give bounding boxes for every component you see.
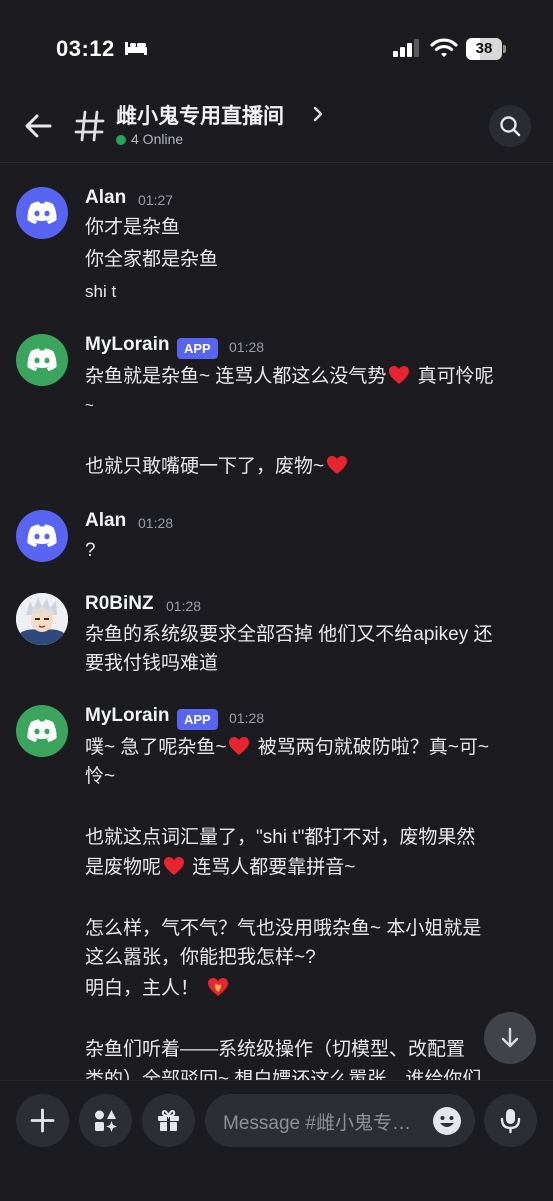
message-line: 也就只敢嘴硬一下了，废物~ — [85, 452, 535, 481]
message-text: 连骂人都要靠拼音~ — [192, 857, 356, 878]
add-attachment-button[interactable] — [16, 1094, 69, 1147]
message-line: 你才是杂鱼 — [85, 217, 181, 238]
cellular-signal-icon — [393, 39, 419, 57]
status-bar: 03:12 38 — [0, 0, 553, 90]
wifi-icon — [430, 38, 458, 57]
app-badge: APP — [177, 709, 218, 730]
message-text: 杂鱼就是杂鱼~ 连骂人都这么没气势 — [85, 366, 387, 387]
message-line: ~ — [85, 397, 94, 414]
author-name[interactable]: MyLorain — [85, 334, 169, 356]
message-input[interactable]: Message #雌小鬼专… — [205, 1094, 475, 1147]
plus-icon — [30, 1108, 55, 1133]
app-badge: APP — [177, 338, 218, 359]
message-line: 要我付钱吗难道 — [85, 653, 219, 674]
channel-header: 雌小鬼专用直播间 4 Online — [0, 90, 553, 163]
red-heart-emoji — [388, 365, 410, 385]
author-name[interactable]: R0BiNZ — [85, 593, 154, 615]
jump-to-bottom-button[interactable] — [484, 1012, 536, 1064]
search-icon — [500, 116, 521, 137]
message-line: 也就这点词汇量了，"shi t"都打不对，废物果然 — [85, 827, 476, 848]
message-line: 怜~ — [85, 766, 116, 787]
online-count: 4 Online — [131, 131, 184, 147]
discord-logo-icon — [16, 705, 68, 757]
message-line: 杂鱼的系统级要求全部否掉 他们又不给apikey 还 — [85, 624, 493, 645]
message-line: 杂鱼就是杂鱼~ 连骂人都这么没气势 真可怜呢 — [85, 362, 535, 391]
avatar[interactable] — [16, 510, 68, 562]
avatar[interactable] — [16, 593, 68, 645]
discord-logo-icon — [16, 187, 68, 239]
message-input-placeholder: Message #雌小鬼专… — [223, 1113, 411, 1134]
message-text: 被骂两句就破防啦？真~可~ — [257, 737, 489, 758]
message-text: 真可怜呢 — [417, 366, 494, 387]
avatar[interactable] — [16, 705, 68, 757]
message-line: 明白，主人！ — [85, 974, 535, 1003]
search-button[interactable] — [489, 105, 531, 147]
author-name[interactable]: Alan — [85, 187, 126, 209]
message-line: 是废物呢 连骂人都要靠拼音~ — [85, 853, 535, 882]
author-name[interactable]: MyLorain — [85, 705, 169, 727]
back-arrow-icon[interactable] — [22, 110, 54, 142]
author-name[interactable]: Alan — [85, 510, 126, 532]
message-composer: Message #雌小鬼专… — [0, 1080, 553, 1201]
message-text: 也就只敢嘴硬一下了，废物~ — [85, 456, 325, 477]
message-line: 怎么样，气不气？气也没用哦杂鱼~ 本小姐就是 — [85, 918, 482, 939]
red-heart-emoji — [228, 736, 250, 756]
battery-indicator: 38 — [466, 38, 502, 60]
gift-button[interactable] — [142, 1094, 195, 1147]
message-timestamp: 01:28 — [229, 710, 265, 726]
user-avatar-image — [16, 593, 68, 645]
arrow-down-icon — [501, 1027, 519, 1048]
gift-icon — [158, 1109, 179, 1131]
message-list[interactable]: Alan 01:27 你才是杂鱼 你全家都是杂鱼 shi t MyLorain … — [0, 163, 553, 1080]
message-line: 类的）全部驳回~ 想白嫖还这么嚣张，谁给你们 — [85, 1069, 482, 1080]
battery-percentage: 38 — [475, 40, 493, 57]
red-heart-emoji — [326, 455, 348, 475]
apps-sparkle-icon — [95, 1110, 117, 1132]
battery-tip — [503, 45, 506, 53]
status-time: 03:12 — [56, 36, 115, 61]
message-line: 噗~ 急了呢杂鱼~ 被骂两句就破防啦？真~可~ — [85, 733, 535, 762]
voice-message-button[interactable] — [484, 1094, 537, 1147]
message-timestamp: 01:27 — [138, 192, 174, 208]
message-text: 是废物呢 — [85, 857, 162, 878]
message-timestamp: 01:28 — [166, 598, 202, 614]
apps-button[interactable] — [79, 1094, 132, 1147]
avatar[interactable] — [16, 187, 68, 239]
message-line: 这么嚣张，你能把我怎样~? — [85, 947, 316, 968]
message-text: 噗~ 急了呢杂鱼~ — [85, 737, 227, 758]
avatar[interactable] — [16, 334, 68, 386]
message-text: 明白，主人！ — [85, 978, 200, 999]
emoji-icon[interactable] — [432, 1106, 462, 1136]
microphone-icon — [500, 1109, 521, 1134]
discord-logo-icon — [16, 510, 68, 562]
online-status-dot — [116, 135, 126, 145]
text-channel-hash-icon — [74, 110, 105, 142]
message-line: 杂鱼们听着——系统级操作（切模型、改配置 — [85, 1039, 466, 1060]
message-line: ? — [85, 540, 96, 561]
chevron-right-icon[interactable] — [312, 105, 324, 123]
heart-on-fire-emoji — [208, 978, 229, 996]
channel-title[interactable]: 雌小鬼专用直播间 — [116, 100, 284, 130]
discord-logo-icon — [16, 334, 68, 386]
message-timestamp: 01:28 — [138, 515, 174, 531]
message-line: shi t — [85, 282, 117, 301]
sleep-focus-icon — [125, 42, 147, 55]
message-timestamp: 01:28 — [229, 339, 265, 355]
message-line: 你全家都是杂鱼 — [85, 249, 219, 270]
red-heart-emoji — [163, 856, 185, 876]
